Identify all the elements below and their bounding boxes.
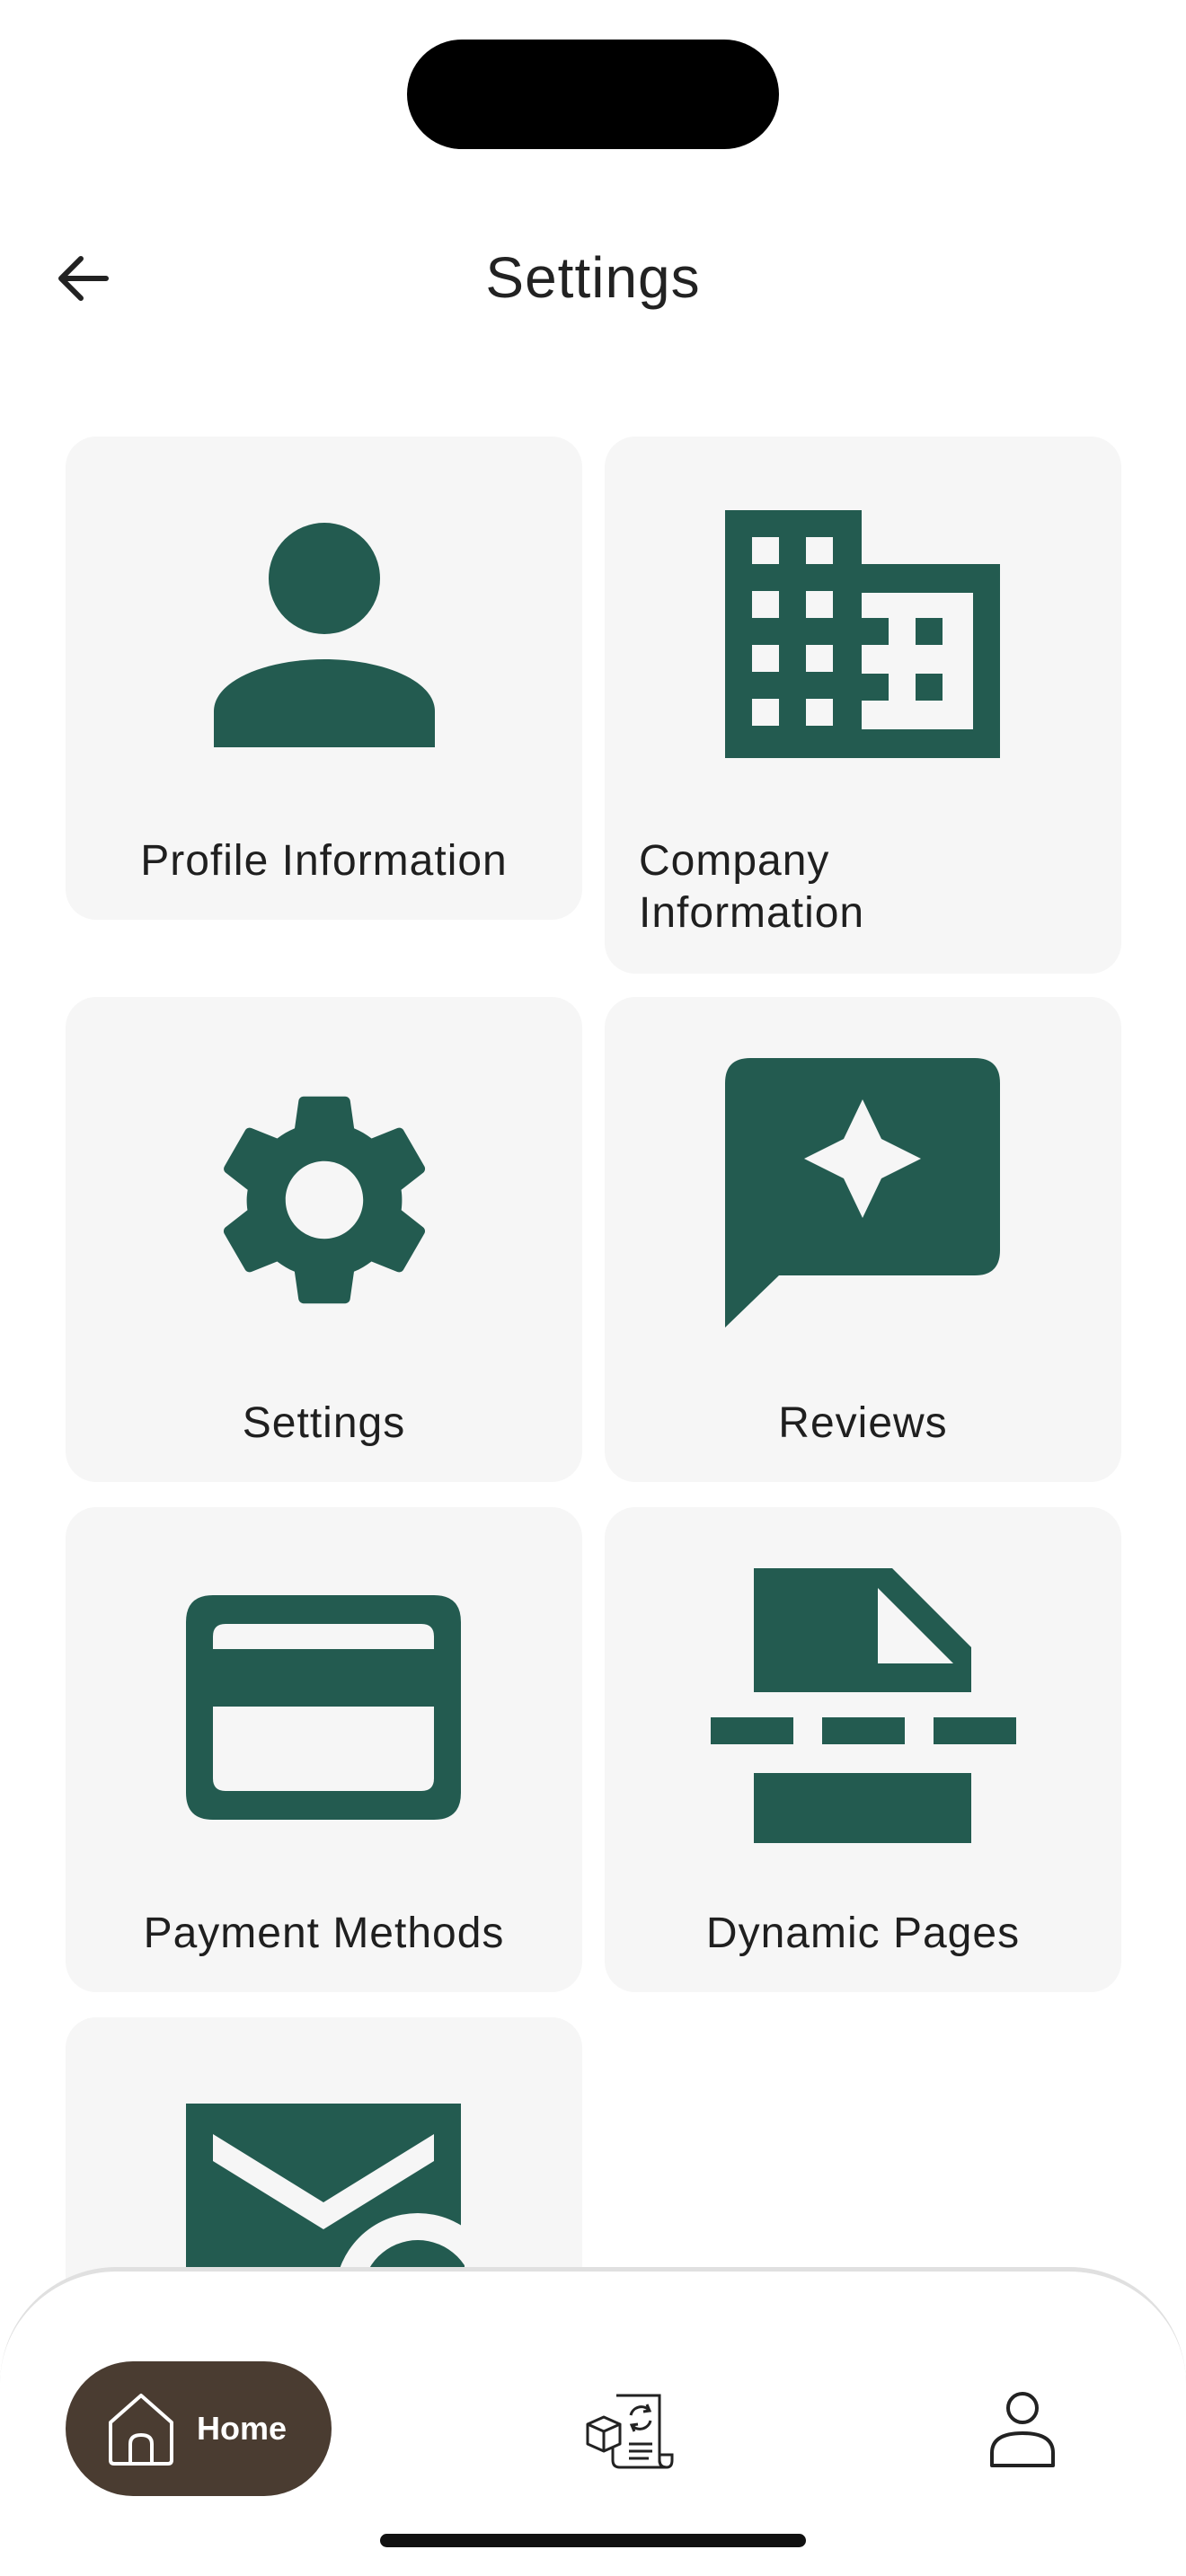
tile-label: Payment Methods xyxy=(143,1910,505,1957)
tile-company-information[interactable]: Company Information xyxy=(605,437,1121,974)
settings-screen: Settings Profile Information Company Inf… xyxy=(0,0,1186,2576)
page-title: Settings xyxy=(485,245,701,310)
tile-label: Settings xyxy=(242,1399,406,1447)
nav-home-label: Home xyxy=(197,2410,288,2447)
tile-label: Profile Information xyxy=(140,837,508,885)
dynamic-island xyxy=(407,40,779,149)
nav-profile-button[interactable] xyxy=(987,2386,1058,2473)
bottom-nav: Home xyxy=(0,2267,1186,2576)
gear-icon xyxy=(223,1096,426,1304)
review-star-chat-icon xyxy=(725,1058,1000,1328)
tile-reviews[interactable]: Reviews xyxy=(605,997,1121,1482)
home-icon xyxy=(109,2394,173,2466)
profile-icon xyxy=(990,2392,1055,2467)
home-indicator xyxy=(380,2534,806,2547)
tile-settings[interactable]: Settings xyxy=(66,997,582,1482)
orders-icon xyxy=(586,2394,674,2469)
building-icon xyxy=(725,510,1000,758)
tile-label: Dynamic Pages xyxy=(705,1910,1021,1957)
tile-label: Company Information xyxy=(639,837,865,937)
tile-payment-methods[interactable]: Payment Methods xyxy=(66,1507,582,1992)
nav-home-button[interactable]: Home xyxy=(66,2361,332,2496)
header: Settings xyxy=(0,225,1186,332)
tile-profile-information[interactable]: Profile Information xyxy=(66,437,582,920)
nav-orders-button[interactable] xyxy=(584,2388,674,2475)
tile-label: Reviews xyxy=(778,1399,948,1447)
person-icon xyxy=(214,523,435,747)
credit-card-icon xyxy=(186,1595,461,1820)
dynamic-page-icon xyxy=(711,1568,1016,1843)
tile-dynamic-pages[interactable]: Dynamic Pages xyxy=(605,1507,1121,1992)
